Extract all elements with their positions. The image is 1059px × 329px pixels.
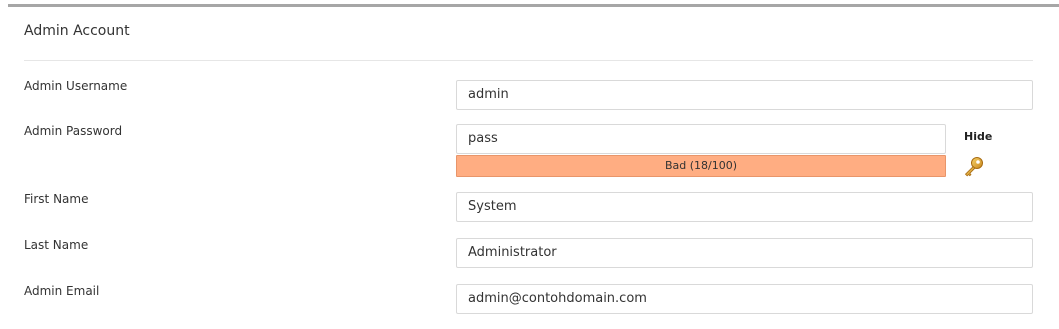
first-name-input[interactable]: System	[456, 192, 1033, 222]
password-strength-meter: Bad (18/100)	[456, 155, 946, 177]
admin-email-label: Admin Email	[24, 284, 100, 298]
admin-username-input[interactable]: admin	[456, 80, 1033, 110]
last-name-input[interactable]: Administrator	[456, 238, 1033, 268]
hide-password-toggle[interactable]: Hide	[964, 130, 992, 143]
section-title: Admin Account	[24, 23, 130, 39]
key-icon[interactable]	[962, 155, 986, 179]
admin-email-input[interactable]: admin@contohdomain.com	[456, 284, 1033, 314]
section-divider	[24, 60, 1033, 61]
first-name-label: First Name	[24, 192, 89, 206]
admin-password-label: Admin Password	[24, 124, 123, 138]
admin-username-label: Admin Username	[24, 79, 128, 93]
last-name-label: Last Name	[24, 238, 89, 252]
admin-password-input[interactable]: pass	[456, 124, 946, 154]
panel-top-border	[8, 4, 1059, 7]
